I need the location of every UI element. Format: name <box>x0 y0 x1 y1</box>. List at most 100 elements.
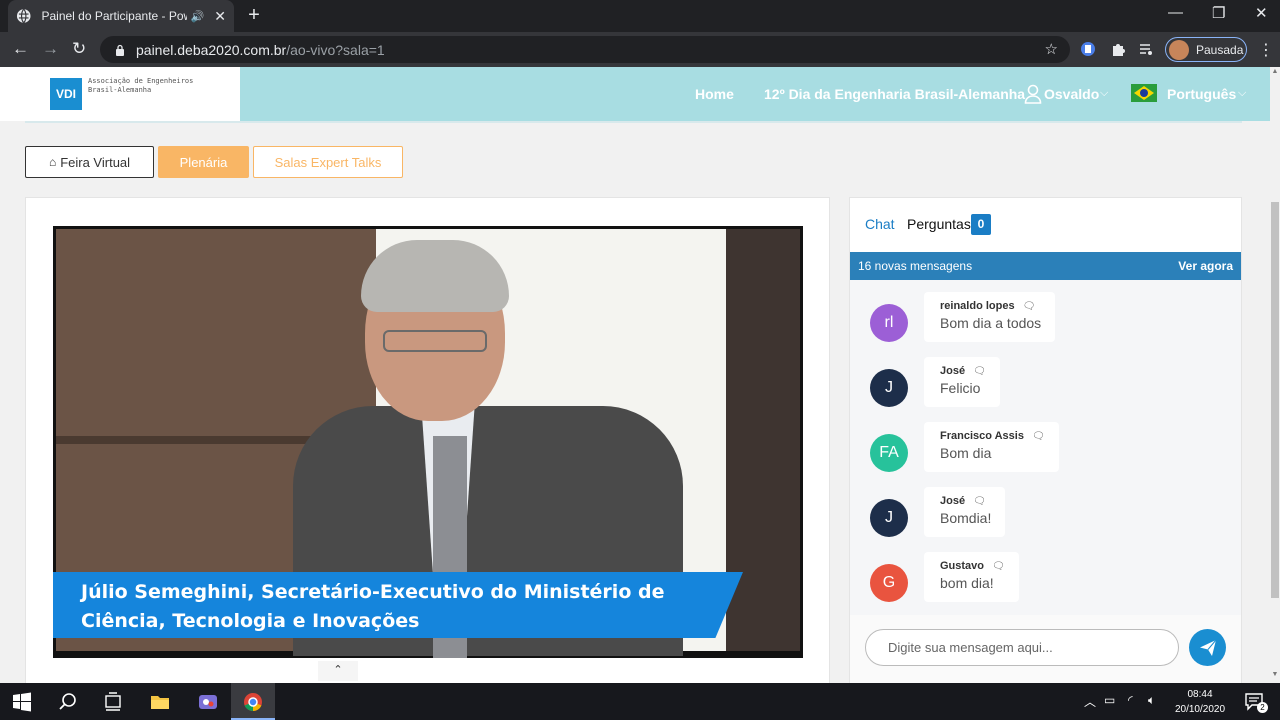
tray-expand-icon[interactable]: ︿ <box>1084 693 1096 710</box>
salas-expert-talks-button[interactable]: Salas Expert Talks <box>253 146 403 178</box>
message-author: José 🗨︎ <box>940 365 986 377</box>
reload-icon[interactable]: ↻ <box>72 39 86 59</box>
reply-icon[interactable]: 🗨︎ <box>973 496 986 507</box>
avatar: J <box>870 369 908 407</box>
taskbar-clock[interactable]: 08:44 20/10/2020 <box>1168 687 1232 717</box>
url-path: /ao-vivo?sala=1 <box>286 41 385 58</box>
new-messages-bar: 16 novas mensagens Ver agora <box>850 252 1241 280</box>
avatar: rl <box>870 304 908 342</box>
nav-user[interactable]: Osvaldo <box>1044 86 1099 102</box>
vdi-logo: VDI <box>50 78 82 110</box>
profile-label: Pausada <box>1196 42 1244 57</box>
back-icon[interactable]: ← <box>12 39 29 59</box>
logo-area[interactable]: VDI Associação de Engenheiros Brasil-Ale… <box>0 67 240 121</box>
message-bubble: José 🗨︎ Felicio <box>924 357 1000 407</box>
chevron-down-icon[interactable]: ⌵ <box>1238 87 1246 100</box>
message-text: Felicio <box>940 380 981 396</box>
media-queue-icon[interactable] <box>1138 41 1154 57</box>
message-text: Bomdia! <box>940 510 992 526</box>
new-tab-button[interactable]: + <box>244 4 264 27</box>
reply-icon[interactable]: 🗨︎ <box>973 366 986 377</box>
reply-icon[interactable]: 🗨︎ <box>992 561 1005 572</box>
battery-icon[interactable]: ▭ <box>1104 693 1115 707</box>
maximize-icon[interactable]: ❐ <box>1212 4 1225 22</box>
close-window-icon[interactable]: ✕ <box>1255 4 1268 22</box>
author-name: José <box>940 495 966 507</box>
globe-icon <box>16 8 31 24</box>
speaker-hair <box>361 240 509 312</box>
tab-title: Painel do Participante - Power <box>41 9 186 23</box>
more-menu-icon[interactable]: ⋮ <box>1258 40 1274 60</box>
video-player[interactable]: Júlio Semeghini, Secretário-Executivo do… <box>53 226 803 658</box>
clock-date: 20/10/2020 <box>1174 704 1226 715</box>
reply-icon[interactable]: 🗨︎ <box>1023 301 1036 312</box>
tab-perguntas[interactable]: Perguntas <box>907 216 971 232</box>
profile-paused-button[interactable]: Pausada <box>1165 37 1247 62</box>
message-author: Francisco Assis 🗨︎ <box>940 430 1045 442</box>
message-bubble: Gustavo 🗨︎ bom dia! <box>924 552 1019 602</box>
plenaria-button[interactable]: Plenária <box>158 146 249 178</box>
nav-event[interactable]: 12º Dia da Engenharia Brasil-Alemanha <box>764 86 1025 102</box>
address-bar[interactable]: painel.deba2020.com.br/ao-vivo?sala=1 ☆ <box>100 36 1070 63</box>
speaker-icon[interactable]: 🔊 <box>191 10 205 23</box>
extension-blue-icon[interactable] <box>1080 41 1096 57</box>
speaker-glasses <box>383 330 487 352</box>
message-bubble: Francisco Assis 🗨︎ Bom dia <box>924 422 1059 472</box>
chevron-down-icon[interactable]: ⌵ <box>1100 87 1108 100</box>
send-button[interactable] <box>1189 629 1226 666</box>
notification-count-badge: 2 <box>1257 702 1268 713</box>
extensions-puzzle-icon[interactable] <box>1110 41 1126 57</box>
windows-start-icon[interactable] <box>12 692 32 712</box>
message-list[interactable]: rl reinaldo lopes 🗨︎ Bom dia a todos J José 🗨︎… <box>850 280 1241 615</box>
message-bubble: José 🗨︎ Bomdia! <box>924 487 1006 537</box>
volume-icon[interactable]: 🔈︎ <box>1148 693 1155 708</box>
chrome-icon[interactable] <box>243 692 263 712</box>
url-host: painel.deba2020.com.br <box>136 41 287 58</box>
message-author: Gustavo 🗨︎ <box>940 560 1005 572</box>
questions-count-badge: 0 <box>971 214 991 235</box>
avatar <box>1169 39 1189 60</box>
message-text: bom dia! <box>940 575 994 591</box>
wifi-icon[interactable]: ◜ <box>1128 693 1133 707</box>
chat-message-input[interactable]: Digite sua mensagem aqui... <box>865 629 1179 666</box>
video-background-right <box>726 229 800 651</box>
new-messages-text: 16 novas mensagens <box>858 259 973 273</box>
chevron-up-icon[interactable]: ⌃ <box>318 661 358 681</box>
search-icon[interactable] <box>58 692 78 712</box>
lock-icon <box>116 44 124 56</box>
browser-tabstrip: Painel do Participante - Power 🔊 ✕ + — ❐… <box>0 0 1280 32</box>
avatar: J <box>870 499 908 537</box>
nav-language[interactable]: Português <box>1167 86 1236 102</box>
browser-toolbar: ← → ↻ painel.deba2020.com.br/ao-vivo?sal… <box>0 32 1280 67</box>
logo-text: Associação de Engenheiros Brasil-Alemanh… <box>88 77 194 94</box>
task-view-icon[interactable] <box>103 692 123 712</box>
close-tab-icon[interactable]: ✕ <box>214 8 226 25</box>
see-now-link[interactable]: Ver agora <box>1178 259 1233 273</box>
paper-plane-icon <box>1199 639 1216 656</box>
home-icon: ⌂ <box>48 155 57 169</box>
header-divider <box>25 121 1242 123</box>
user-icon[interactable] <box>1024 84 1042 104</box>
scroll-up-icon[interactable]: ▲ <box>1270 68 1280 75</box>
site-header: VDI Associação de Engenheiros Brasil-Ale… <box>0 67 1270 121</box>
scrollbar-thumb[interactable] <box>1271 202 1279 598</box>
scroll-down-icon[interactable]: ▼ <box>1270 671 1280 678</box>
bookmark-star-icon[interactable]: ☆ <box>1045 40 1058 58</box>
feira-virtual-button[interactable]: ⌂ Feira Virtual <box>25 146 154 178</box>
app-icon[interactable] <box>198 692 218 712</box>
tab-chat[interactable]: Chat <box>865 216 895 232</box>
reply-icon[interactable]: 🗨︎ <box>1032 431 1045 442</box>
file-explorer-icon[interactable] <box>150 692 170 712</box>
feira-label: Feira Virtual <box>60 154 131 170</box>
message-bubble: reinaldo lopes 🗨︎ Bom dia a todos <box>924 292 1056 342</box>
message-text: Bom dia <box>940 445 992 461</box>
avatar: G <box>870 564 908 602</box>
browser-tab[interactable]: Painel do Participante - Power 🔊 ✕ <box>8 0 234 32</box>
author-name: reinaldo lopes <box>940 300 1015 312</box>
nav-home[interactable]: Home <box>695 86 734 102</box>
minimize-icon[interactable]: — <box>1168 4 1183 21</box>
avatar: FA <box>870 434 908 472</box>
forward-icon[interactable]: → <box>42 39 59 59</box>
author-name: José <box>940 365 966 377</box>
clock-time: 08:44 <box>1187 689 1213 700</box>
